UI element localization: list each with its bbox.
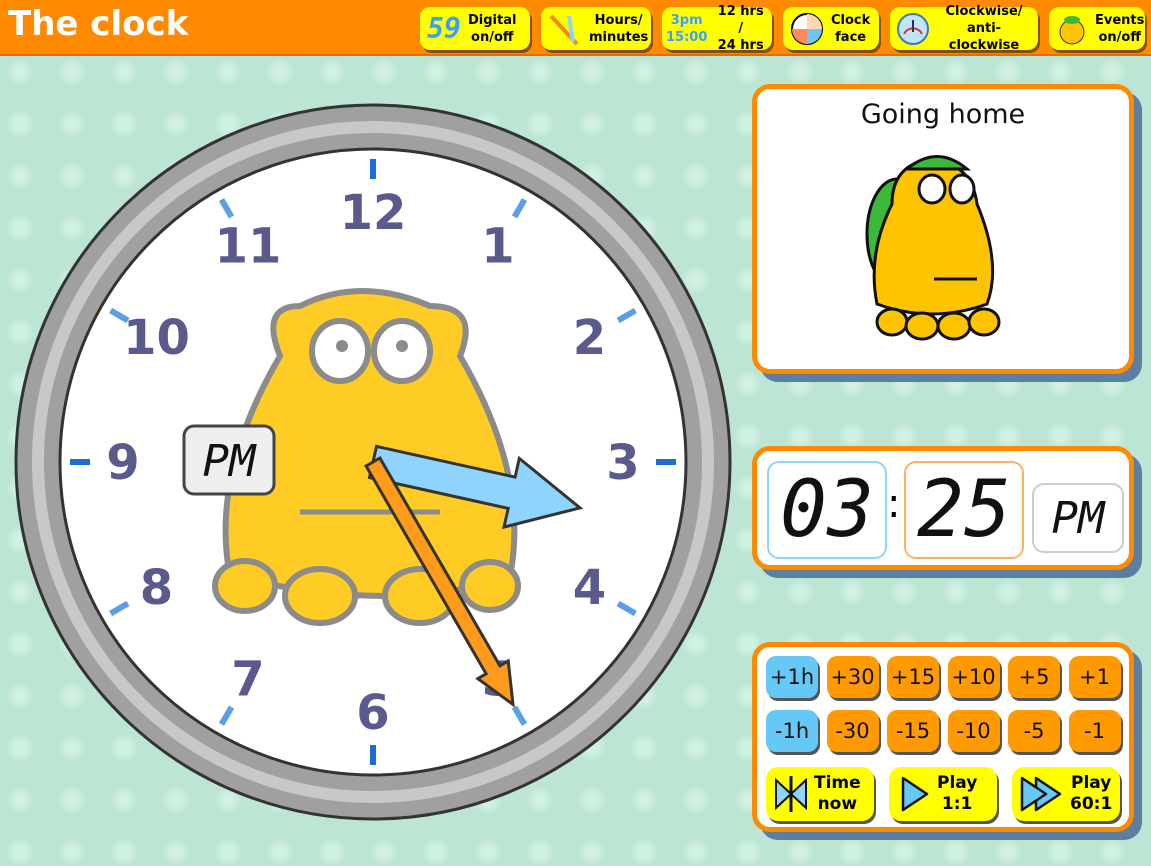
label: on/off — [471, 29, 514, 45]
12-24-hours-button[interactable]: 3pm 15:00 12 hrs / 24 hrs — [662, 4, 772, 53]
clockwise-button[interactable]: Clockwise/anti-clockwise — [890, 4, 1038, 53]
header-bar: The clock 59 Digital on/off Hours/minutes… — [0, 0, 1151, 56]
fast-forward-icon — [1020, 776, 1062, 812]
event-title: Going home — [860, 99, 1026, 130]
label: on/off — [1098, 29, 1141, 45]
digital-separator: : — [887, 481, 901, 527]
time-now-icon — [775, 776, 807, 812]
clock-number: 3 — [606, 435, 639, 491]
play-icon — [901, 776, 929, 812]
digital-toggle-button[interactable]: 59 Digital on/off — [420, 7, 530, 50]
label: Clock — [831, 12, 871, 28]
character-icon — [1055, 12, 1089, 46]
label: Events — [1095, 12, 1145, 28]
adjust-button-minus-2[interactable]: -15 — [887, 710, 939, 752]
label: Clockwise/ — [945, 4, 1023, 19]
clock-number: 10 — [123, 310, 190, 366]
digital-display: 03 : 25 PM — [752, 446, 1134, 570]
clock-number: 11 — [215, 218, 282, 274]
digital-59-icon: 59 — [427, 12, 461, 45]
events-toggle-button[interactable]: Events on/off — [1049, 7, 1145, 50]
gauge-icon — [896, 12, 930, 46]
digital-hours[interactable]: 03 — [767, 461, 887, 559]
controls-panel: +1h +30 +15 +10 +5 +1 -1h -30 -15 -10 -5 -1 Time now… — [752, 642, 1134, 832]
adjust-button-minus-4[interactable]: -5 — [1008, 710, 1060, 752]
digital-minutes[interactable]: 25 — [904, 461, 1024, 559]
adjust-button-plus-4[interactable]: +5 — [1008, 656, 1060, 698]
adjust-button-plus-0[interactable]: +1h — [766, 656, 818, 698]
label: Digital — [468, 12, 517, 28]
label: face — [835, 29, 867, 45]
label: anti-clockwise — [948, 21, 1020, 53]
adjust-button-minus-5[interactable]: -1 — [1068, 710, 1121, 752]
clock-number: 6 — [356, 685, 389, 741]
adjust-button-plus-3[interactable]: +10 — [947, 656, 1000, 698]
adjust-button-minus-3[interactable]: -10 — [947, 710, 1000, 752]
clock-number: 7 — [231, 652, 264, 708]
label: Hours/ — [594, 12, 643, 28]
play-1-1-button[interactable]: Play 1:1 — [889, 767, 997, 821]
clock-number: 4 — [573, 560, 606, 616]
label: 12 hrs / — [717, 4, 764, 36]
adjust-button-plus-5[interactable]: +1 — [1068, 656, 1121, 698]
label: minutes — [589, 29, 649, 45]
app-title: The clock — [8, 4, 189, 44]
ampm-indicator: PM — [182, 424, 276, 496]
clock-number: 1 — [481, 218, 514, 274]
digital-ampm: PM — [1032, 483, 1124, 553]
label: 24 hrs — [717, 38, 764, 53]
time-now-button[interactable]: Time now — [766, 767, 874, 821]
hours-minutes-button[interactable]: Hours/minutes — [541, 7, 651, 50]
clock-number: 8 — [140, 560, 173, 616]
adjust-button-plus-2[interactable]: +15 — [887, 656, 939, 698]
analog-clock[interactable]: 121234567891011 PM — [0, 56, 750, 866]
clock-number: 2 — [573, 310, 606, 366]
time-format-icon: 3pm 15:00 — [666, 12, 708, 45]
character-illustration — [865, 155, 1001, 341]
svg-text:PM: PM — [203, 436, 257, 487]
play-60-1-button[interactable]: Play 60:1 — [1012, 767, 1120, 821]
clock-face-button[interactable]: Clock face — [783, 7, 879, 50]
adjust-button-minus-0[interactable]: -1h — [766, 710, 818, 752]
adjust-button-plus-1[interactable]: +30 — [826, 656, 879, 698]
clock-number: 9 — [106, 435, 139, 491]
clock-face-icon — [789, 12, 825, 46]
clock-number: 12 — [340, 185, 407, 241]
event-panel: Going home — [752, 84, 1134, 374]
adjust-button-minus-1[interactable]: -30 — [826, 710, 879, 752]
clock-hands-icon — [547, 12, 583, 46]
